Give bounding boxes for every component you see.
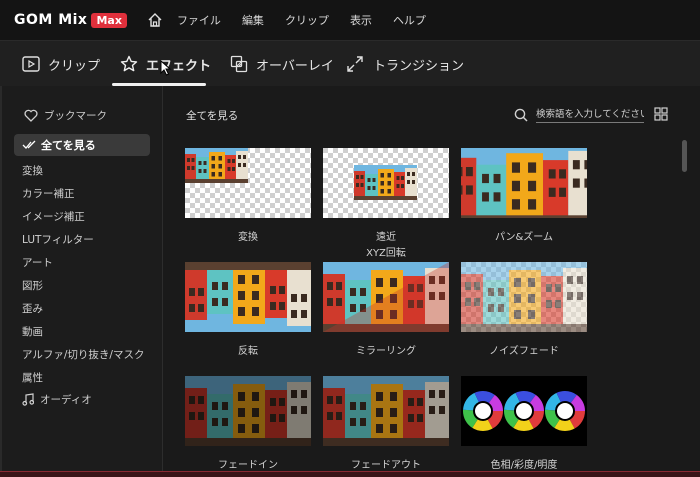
effect-thumbnail xyxy=(461,148,587,218)
effect-thumbnail xyxy=(185,148,311,218)
transition-icon xyxy=(347,56,363,72)
check-icon xyxy=(22,140,36,149)
effect-thumbnail xyxy=(461,262,587,332)
logo-badge: Max xyxy=(91,12,127,28)
effect-card-hue-saturation[interactable]: 色相/彩度/明度 xyxy=(461,376,587,474)
sidebar-item-video[interactable]: 動画 xyxy=(22,324,43,339)
sidebar-bookmark-label: ブックマーク xyxy=(44,110,107,122)
effect-thumbnail xyxy=(323,376,449,446)
tab-effect-label: エフェクト xyxy=(146,58,212,74)
effect-label: 反転 xyxy=(238,346,258,357)
music-note-icon xyxy=(22,393,34,406)
effect-card-mirroring[interactable]: ミラーリング xyxy=(323,262,449,360)
search-input[interactable]: 検索語を入力してください。 xyxy=(536,106,644,123)
star-icon xyxy=(120,55,138,72)
sidebar-item-art[interactable]: アート xyxy=(22,255,53,270)
sidebar-item-image-correction[interactable]: イメージ補正 xyxy=(22,209,85,224)
sidebar-item-shape[interactable]: 図形 xyxy=(22,278,43,293)
menu-bar: ファイル 編集 クリップ 表示 ヘルプ xyxy=(177,12,447,28)
sidebar-item-distortion[interactable]: 歪み xyxy=(22,301,43,316)
effect-thumbnail xyxy=(185,262,311,332)
logo-text: GOM Mix xyxy=(14,12,88,28)
search-box[interactable]: 検索語を入力してください。 xyxy=(514,106,644,123)
effect-thumbnail xyxy=(461,376,587,446)
mouse-cursor-icon xyxy=(160,60,172,76)
tab-overlay-label: オーバーレイ xyxy=(256,58,334,74)
tab-transition[interactable]: トランジション xyxy=(345,41,464,87)
effect-card-flip[interactable]: 反転 xyxy=(185,262,311,360)
sidebar-item-transform[interactable]: 変換 xyxy=(22,163,43,178)
sidebar-item-all[interactable]: 全てを見る xyxy=(14,134,150,156)
category-sidebar: ブックマーク 全てを見る 変換 カラー補正 イメージ補正 LUTフィルター アー… xyxy=(0,86,163,472)
effect-label: 遠近 XYZ回転 xyxy=(366,232,406,259)
menu-view[interactable]: 表示 xyxy=(350,12,372,28)
effect-label: パン&ズーム xyxy=(495,232,553,243)
sidebar-item-lut-filter[interactable]: LUTフィルター xyxy=(22,232,94,247)
effect-thumbnail xyxy=(185,376,311,446)
tab-transition-label: トランジション xyxy=(373,58,465,74)
effect-card-noise-fade[interactable]: ノイズフェード xyxy=(461,262,587,360)
menu-edit[interactable]: 編集 xyxy=(242,12,264,28)
grid-view-icon[interactable] xyxy=(654,107,668,124)
menu-clip[interactable]: クリップ xyxy=(285,12,329,28)
sidebar-item-alpha-mask[interactable]: アルファ/切り抜き/マスク xyxy=(22,347,144,362)
tab-clip-label: クリップ xyxy=(48,58,101,74)
overlay-icon xyxy=(230,55,248,73)
tab-bar: クリップ エフェクト オーバーレイ トランジション xyxy=(0,40,700,86)
tab-clip[interactable]: クリップ xyxy=(22,41,100,87)
effect-thumbnail xyxy=(323,148,449,218)
sidebar-all-label: 全てを見る xyxy=(41,139,96,152)
effect-label: ミラーリング xyxy=(356,346,416,357)
effect-card-fade-out[interactable]: フェードアウト xyxy=(323,376,449,474)
menu-file[interactable]: ファイル xyxy=(177,12,221,28)
effect-card-pan-zoom[interactable]: パン&ズーム xyxy=(461,148,587,246)
effect-card-transform[interactable]: 変換 xyxy=(185,148,311,246)
color-wheel-icon xyxy=(463,391,503,431)
sidebar-audio-label: オーディオ xyxy=(40,394,92,406)
effect-card-perspective[interactable]: 遠近 XYZ回転 xyxy=(323,148,449,262)
sidebar-item-bookmark[interactable]: ブックマーク xyxy=(24,108,107,123)
sidebar-item-audio[interactable]: オーディオ xyxy=(22,392,92,407)
title-bar: GOM Mix Max ファイル 編集 クリップ 表示 ヘルプ xyxy=(0,0,700,40)
section-title: 全てを見る xyxy=(186,110,239,122)
effect-card-fade-in[interactable]: フェードイン xyxy=(185,376,311,474)
effects-panel: 全てを見る 検索語を入力してください。 変換 遠近XYZ回転 パン&ズーム 反転 xyxy=(164,86,700,472)
home-icon[interactable] xyxy=(145,10,165,30)
effect-thumbnail xyxy=(323,262,449,332)
window-bottom-strip xyxy=(0,472,700,477)
search-icon xyxy=(514,108,528,122)
sidebar-item-attribute[interactable]: 属性 xyxy=(22,370,43,385)
menu-help[interactable]: ヘルプ xyxy=(393,12,426,28)
sidebar-item-color-correction[interactable]: カラー補正 xyxy=(22,186,75,201)
effect-label: 変換 xyxy=(238,232,258,243)
effect-label: ノイズフェード xyxy=(489,346,559,357)
play-square-icon xyxy=(22,56,40,72)
heart-icon xyxy=(24,109,38,122)
tab-overlay[interactable]: オーバーレイ xyxy=(230,41,334,87)
scrollbar[interactable] xyxy=(682,140,687,172)
app-logo: GOM Mix Max xyxy=(14,12,127,28)
